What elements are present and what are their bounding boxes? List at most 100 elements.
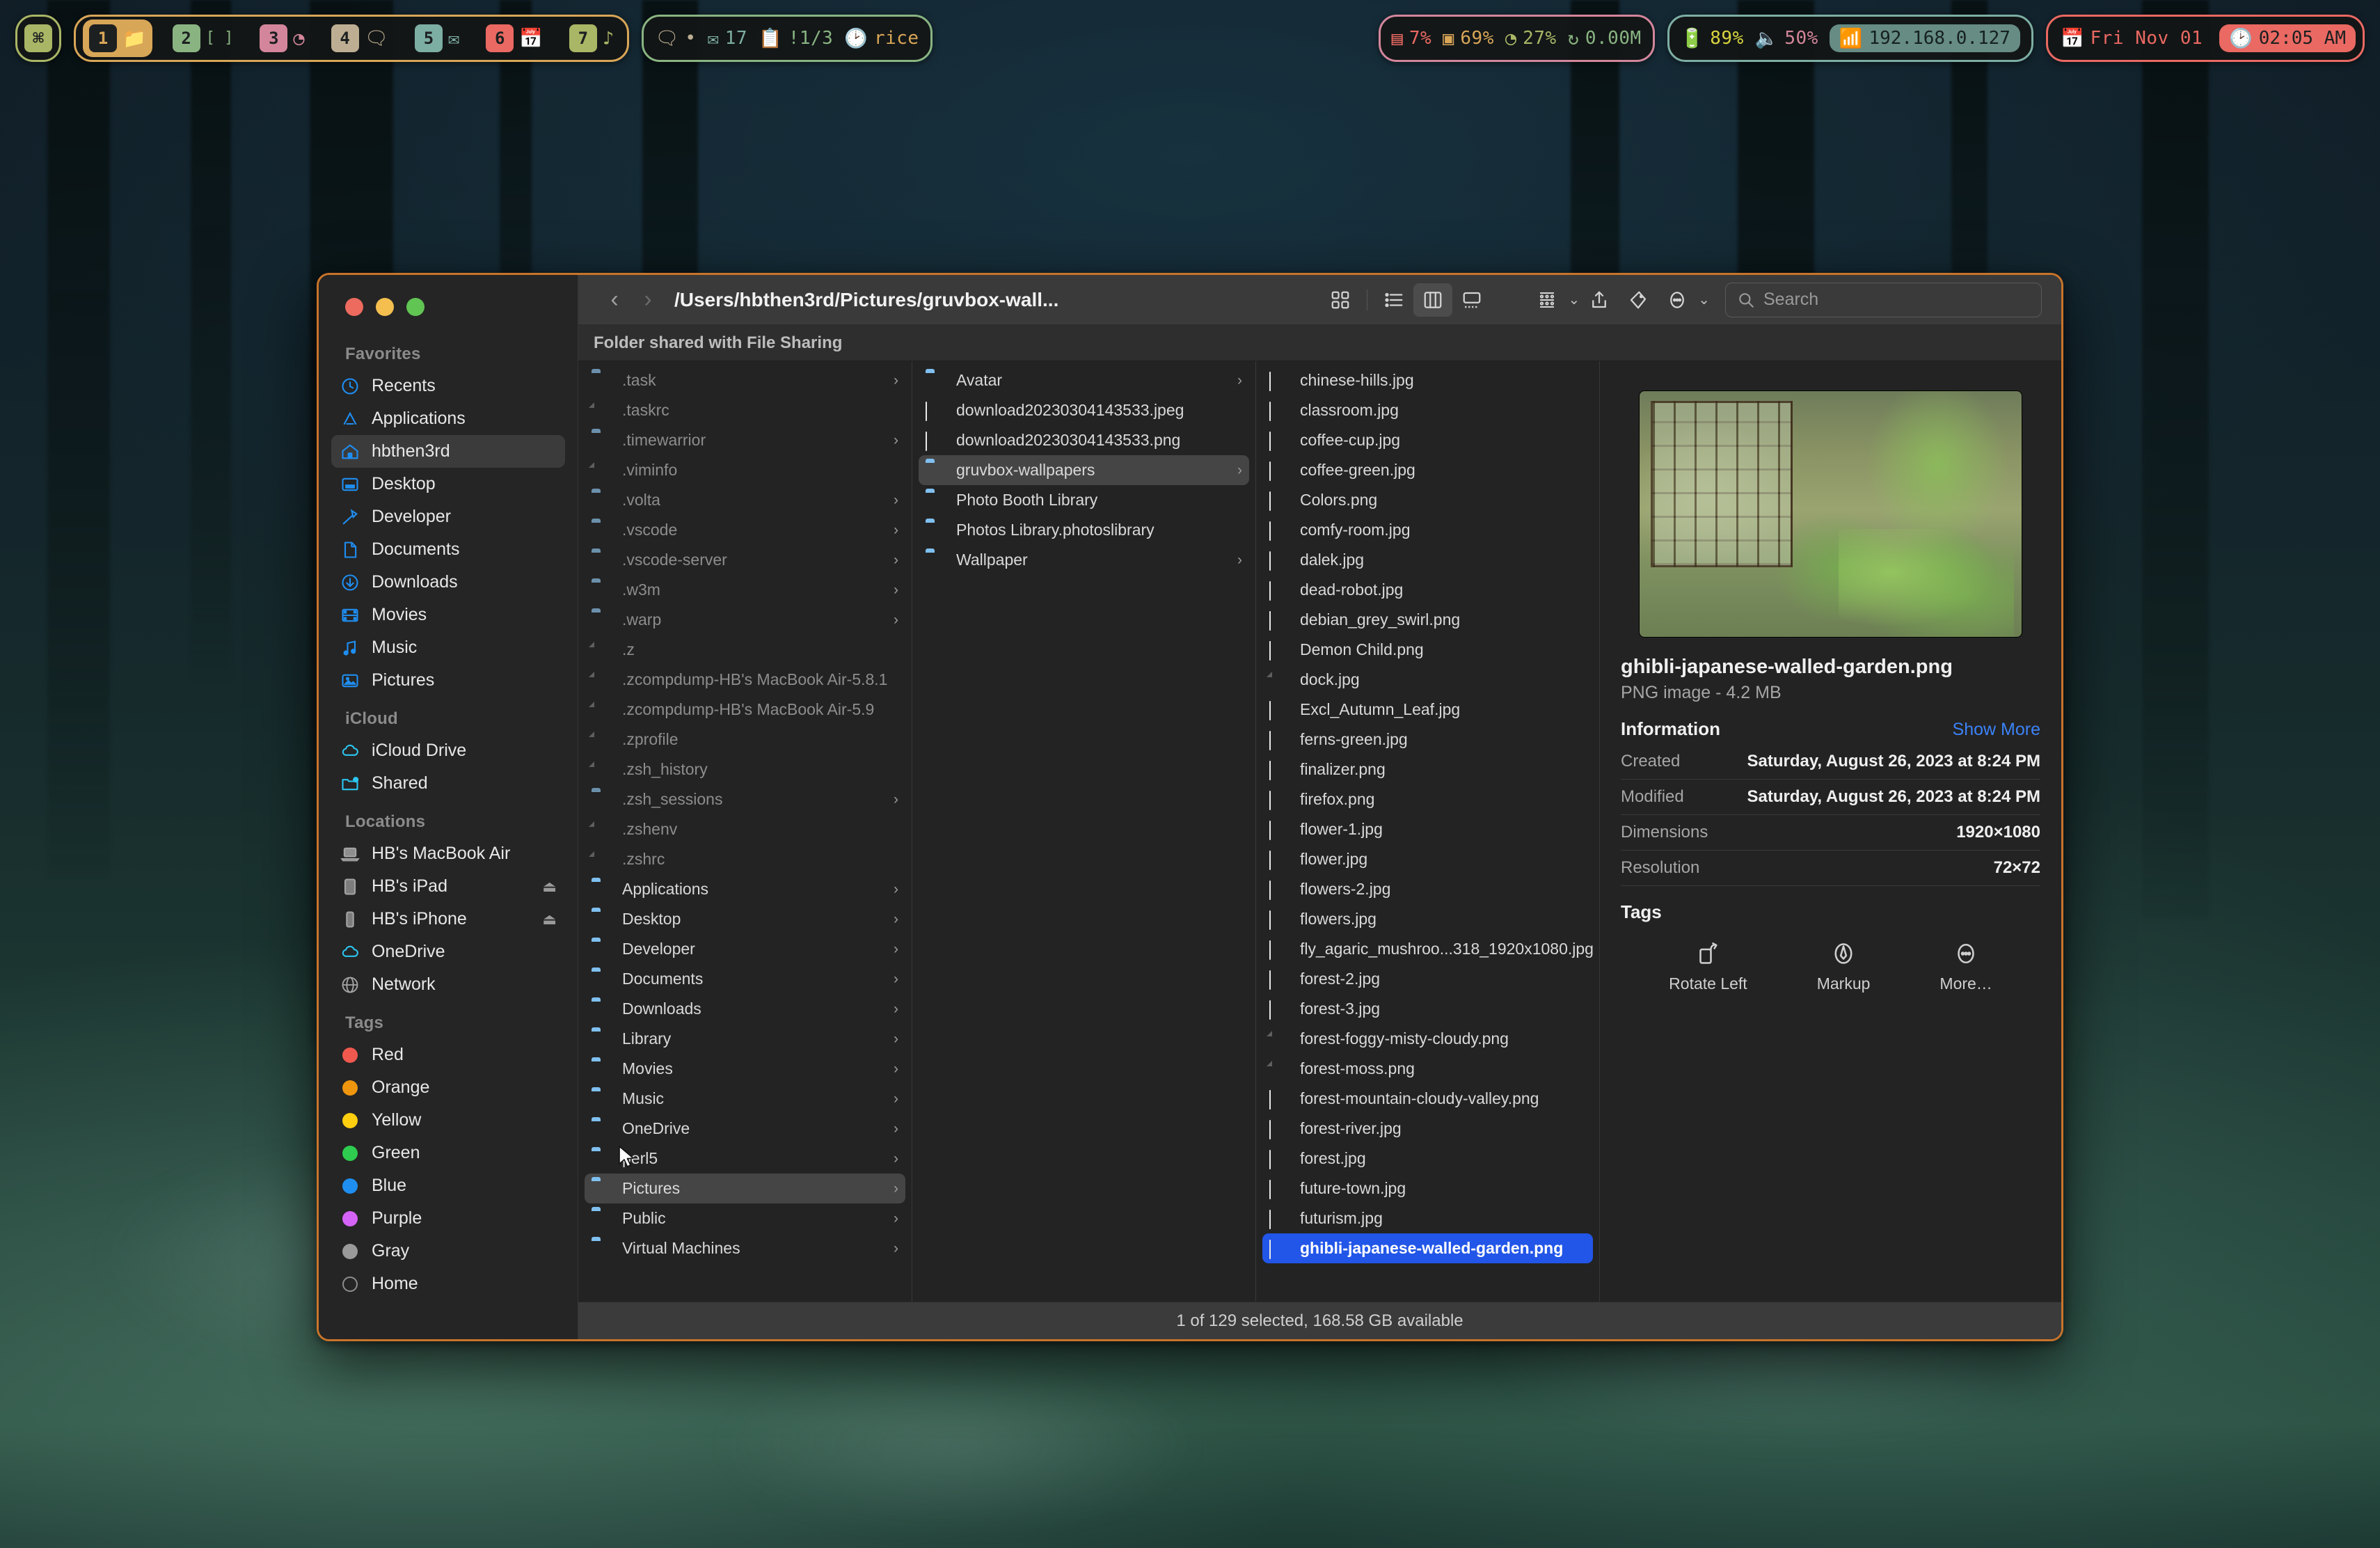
chevron-down-icon-2[interactable]: ⌄ xyxy=(1698,291,1710,308)
space-3[interactable]: 3 ◔ xyxy=(253,19,310,57)
file-row[interactable]: flower.jpg xyxy=(1262,844,1593,874)
forward-button[interactable]: › xyxy=(631,286,665,313)
sidebar-item-home[interactable]: Home xyxy=(331,1267,565,1300)
sidebar-item-pictures[interactable]: Pictures xyxy=(331,664,565,697)
file-row[interactable]: forest-river.jpg xyxy=(1262,1114,1593,1144)
file-row[interactable]: .vscode-server › xyxy=(585,545,905,575)
file-row[interactable]: Excl_Autumn_Leaf.jpg xyxy=(1262,695,1593,725)
file-row[interactable]: gruvbox-wallpapers › xyxy=(919,455,1249,485)
file-row[interactable]: .warp › xyxy=(585,605,905,635)
date-display[interactable]: 📅 Fri Nov 01 xyxy=(2055,28,2208,49)
file-row[interactable]: fly_agaric_mushroo...318_1920x1080.jpg xyxy=(1262,934,1593,964)
disclosure-chevron-icon[interactable]: › xyxy=(888,582,898,599)
file-row[interactable]: dalek.jpg xyxy=(1262,545,1593,575)
disclosure-chevron-icon[interactable]: › xyxy=(1232,372,1242,389)
column-2[interactable]: Avatar › download20230304143533.jpeg downlo… xyxy=(912,361,1256,1302)
minimize-button[interactable] xyxy=(376,298,394,316)
column-view-button[interactable] xyxy=(1413,283,1453,317)
sidebar-item-gray[interactable]: Gray xyxy=(331,1235,565,1267)
file-row[interactable]: flowers-2.jpg xyxy=(1262,874,1593,904)
sidebar-item-documents[interactable]: Documents xyxy=(331,533,565,566)
disclosure-chevron-icon[interactable]: › xyxy=(888,1240,898,1257)
sidebar-item-music[interactable]: Music xyxy=(331,631,565,664)
disclosure-chevron-icon[interactable]: › xyxy=(888,612,898,629)
sidebar-item-green[interactable]: Green xyxy=(331,1137,565,1169)
menubar-clock-group[interactable]: 📅 Fri Nov 01 🕑 02:05 AM xyxy=(2045,15,2365,62)
file-row[interactable]: Pictures › xyxy=(585,1174,905,1203)
file-row[interactable]: Desktop › xyxy=(585,904,905,934)
list-view-button[interactable] xyxy=(1374,283,1413,317)
disclosure-chevron-icon[interactable]: › xyxy=(1232,462,1242,479)
file-row[interactable]: .task › xyxy=(585,365,905,395)
sidebar-item-purple[interactable]: Purple xyxy=(331,1202,565,1235)
file-row[interactable]: chinese-hills.jpg xyxy=(1262,365,1593,395)
sidebar-item-downloads[interactable]: Downloads xyxy=(331,566,565,599)
file-row[interactable]: .w3m › xyxy=(585,575,905,605)
file-row[interactable]: classroom.jpg xyxy=(1262,395,1593,425)
sidebar-item-recents[interactable]: Recents xyxy=(331,370,565,402)
file-row[interactable]: futurism.jpg xyxy=(1262,1203,1593,1233)
menubar-system-group[interactable]: 🔋 89% 🔈 50% 📶 192.168.0.127 xyxy=(1667,15,2033,62)
disclosure-chevron-icon[interactable]: › xyxy=(888,1031,898,1048)
sidebar-item-desktop[interactable]: Desktop xyxy=(331,468,565,500)
disclosure-chevron-icon[interactable]: › xyxy=(888,1091,898,1107)
sidebar-item-yellow[interactable]: Yellow xyxy=(331,1104,565,1137)
menubar-info-group[interactable]: 🗨 • ✉ 17 📋 !1/3 🕑 rice xyxy=(642,15,933,62)
file-row[interactable]: .zshenv xyxy=(585,814,905,844)
file-row[interactable]: .zsh_history xyxy=(585,755,905,784)
icon-view-button[interactable] xyxy=(1321,283,1360,317)
rotate-left-button[interactable]: Rotate Left xyxy=(1669,941,1747,993)
sidebar-item-icloud-drive[interactable]: iCloud Drive xyxy=(331,734,565,767)
menubar-stats-group[interactable]: ▤ 7% ▣ 69% ◔ 27% ↻ 0.00M xyxy=(1378,15,1655,62)
disclosure-chevron-icon[interactable]: › xyxy=(888,1151,898,1167)
sidebar-item-hb-s-macbook-air[interactable]: HB's MacBook Air xyxy=(331,837,565,870)
session-status[interactable]: 🕑 rice xyxy=(844,28,919,49)
file-row[interactable]: dock.jpg xyxy=(1262,665,1593,695)
back-button[interactable]: ‹ xyxy=(598,286,631,313)
menubar-spaces-group[interactable]: 1 📁 2 [ ] 3 ◔ 4 🗨 5 ✉ 6 📅 7 ♪ xyxy=(74,15,630,62)
file-row[interactable]: Developer › xyxy=(585,934,905,964)
file-row[interactable]: coffee-cup.jpg xyxy=(1262,425,1593,455)
file-row[interactable]: Photo Booth Library xyxy=(919,485,1249,515)
more-button[interactable]: More… xyxy=(1939,941,1992,993)
file-row[interactable]: .zsh_sessions › xyxy=(585,784,905,814)
disclosure-chevron-icon[interactable]: › xyxy=(888,971,898,988)
cpu-stat[interactable]: ▤ 7% xyxy=(1392,28,1432,49)
file-row[interactable]: Virtual Machines › xyxy=(585,1233,905,1263)
eject-icon[interactable]: ⏏ xyxy=(542,910,557,929)
column-3[interactable]: chinese-hills.jpg classroom.jpg coffee-cup… xyxy=(1256,361,1600,1302)
sidebar-item-onedrive[interactable]: OneDrive xyxy=(331,935,565,968)
group-by-button[interactable] xyxy=(1528,283,1566,317)
sidebar-item-shared[interactable]: Shared xyxy=(331,767,565,800)
file-row[interactable]: forest-3.jpg xyxy=(1262,994,1593,1024)
disclosure-chevron-icon[interactable]: › xyxy=(888,552,898,569)
volume-stat[interactable]: 🔈 50% xyxy=(1755,28,1818,49)
file-row[interactable]: .taskrc xyxy=(585,395,905,425)
file-row[interactable]: coffee-green.jpg xyxy=(1262,455,1593,485)
file-row[interactable]: Demon Child.png xyxy=(1262,635,1593,665)
disclosure-chevron-icon[interactable]: › xyxy=(888,1210,898,1227)
file-row[interactable]: .volta › xyxy=(585,485,905,515)
disclosure-chevron-icon[interactable]: › xyxy=(888,1180,898,1197)
file-row[interactable]: .z xyxy=(585,635,905,665)
file-row[interactable]: dead-robot.jpg xyxy=(1262,575,1593,605)
space-4[interactable]: 4 🗨 xyxy=(325,19,395,57)
file-row[interactable]: Movies › xyxy=(585,1054,905,1084)
markup-button[interactable]: Markup xyxy=(1817,941,1870,993)
network-stat[interactable]: ↻ 0.00M xyxy=(1568,28,1642,49)
file-row[interactable]: .viminfo xyxy=(585,455,905,485)
disclosure-chevron-icon[interactable]: › xyxy=(888,881,898,898)
file-row[interactable]: forest-moss.png xyxy=(1262,1054,1593,1084)
file-row[interactable]: OneDrive › xyxy=(585,1114,905,1144)
disclosure-chevron-icon[interactable]: › xyxy=(888,1001,898,1018)
file-row[interactable]: ghibli-japanese-walled-garden.png xyxy=(1262,1233,1593,1263)
file-row[interactable]: forest-2.jpg xyxy=(1262,964,1593,994)
file-row[interactable]: flower-1.jpg xyxy=(1262,814,1593,844)
disclosure-chevron-icon[interactable]: › xyxy=(888,372,898,389)
tasks-status[interactable]: 📋 !1/3 xyxy=(759,28,833,49)
space-1[interactable]: 1 📁 xyxy=(83,19,152,57)
file-row[interactable]: future-town.jpg xyxy=(1262,1174,1593,1203)
file-row[interactable]: Colors.png xyxy=(1262,485,1593,515)
time-display[interactable]: 🕑 02:05 AM xyxy=(2219,24,2356,52)
sidebar-item-blue[interactable]: Blue xyxy=(331,1169,565,1202)
